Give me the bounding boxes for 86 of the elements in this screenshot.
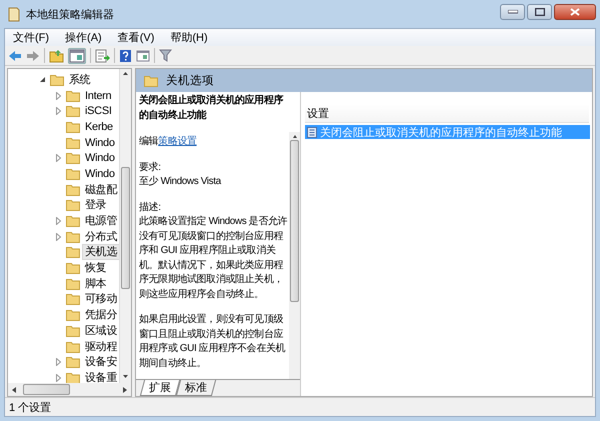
expand-arrow-icon[interactable] bbox=[54, 374, 62, 382]
folder-icon bbox=[66, 152, 80, 164]
folder-icon bbox=[66, 120, 80, 133]
tree-item[interactable]: Intern bbox=[83, 88, 114, 103]
tree-item[interactable]: Kerbe bbox=[83, 120, 115, 134]
close-button[interactable] bbox=[554, 4, 596, 20]
folder-icon bbox=[66, 230, 80, 243]
maximize-icon bbox=[534, 8, 544, 16]
folder-icon bbox=[66, 184, 80, 196]
expand-arrow-icon[interactable] bbox=[55, 154, 62, 162]
tree-item[interactable]: 登录 bbox=[83, 198, 108, 212]
folder-icon bbox=[66, 168, 80, 180]
minimize-button[interactable] bbox=[500, 4, 525, 20]
tree-item[interactable]: 系统 bbox=[67, 72, 92, 87]
folder-icon bbox=[66, 246, 80, 258]
tree-item[interactable]: iSCSI bbox=[83, 104, 114, 118]
export-list-icon[interactable] bbox=[95, 48, 110, 62]
folder-icon bbox=[66, 199, 80, 212]
minimize-icon bbox=[508, 10, 518, 14]
tree-item[interactable]: 电源管 bbox=[82, 214, 119, 228]
expand-arrow-icon[interactable] bbox=[55, 107, 62, 116]
view-tab[interactable]: 扩展 bbox=[140, 380, 180, 396]
tree-item[interactable]: 可移动 bbox=[82, 292, 119, 306]
filter-icon[interactable] bbox=[159, 49, 172, 62]
scrollbar-thumb[interactable] bbox=[23, 384, 70, 395]
app-icon bbox=[8, 6, 20, 22]
folder-icon bbox=[66, 309, 80, 322]
back-arrow-icon[interactable] bbox=[8, 50, 22, 62]
tree-item[interactable]: 区域设 bbox=[82, 324, 119, 338]
tree-item[interactable]: Windo bbox=[83, 151, 117, 166]
tree-item[interactable]: 设备重 bbox=[82, 370, 119, 383]
menu-item[interactable]: 查看(V) bbox=[110, 30, 162, 45]
setting-icon bbox=[307, 126, 317, 138]
scrollbar-thumb[interactable] bbox=[121, 167, 130, 289]
maximize-button[interactable] bbox=[527, 4, 552, 20]
requirements-label: 要求: bbox=[139, 160, 162, 174]
section-title: 关机选项 bbox=[166, 74, 214, 88]
folder-icon bbox=[66, 90, 80, 102]
tree-item[interactable]: 关机选 bbox=[82, 245, 119, 260]
folder-icon bbox=[66, 105, 80, 118]
menu-item[interactable]: 帮助(H) bbox=[162, 30, 216, 45]
close-icon bbox=[570, 8, 580, 16]
tree-item[interactable]: 凭据分 bbox=[82, 308, 119, 322]
expand-arrow-icon[interactable] bbox=[54, 217, 62, 226]
folder-icon bbox=[66, 278, 80, 290]
window-icon[interactable] bbox=[136, 50, 150, 62]
expand-arrow-icon[interactable] bbox=[55, 92, 62, 100]
scrollbar-thumb[interactable] bbox=[290, 140, 299, 302]
tree-item[interactable]: 设备安 bbox=[82, 355, 119, 370]
forward-arrow-icon[interactable] bbox=[26, 50, 40, 62]
tree-item[interactable]: 脚本 bbox=[83, 276, 108, 291]
tree-item[interactable]: Windo bbox=[83, 166, 117, 181]
folder-icon bbox=[50, 74, 64, 86]
collapse-arrow-icon[interactable] bbox=[39, 76, 46, 84]
folder-icon bbox=[66, 356, 80, 368]
policy-settings-link[interactable]: 策略设置 bbox=[158, 136, 197, 147]
edit-label: 编辑 bbox=[139, 136, 158, 147]
description-text: 此策略设置指定 Windows 是否允许没有可见顶级窗口的控制台应用程序和 GUI 应用程序阻止或取消关机。默认情况下，如果此类应用程序无限期地试图取消或阻止关机，则这些应用程序会自动终止。 bbox=[139, 215, 288, 302]
folder-up-icon[interactable] bbox=[49, 48, 64, 62]
console-tree-button[interactable] bbox=[68, 48, 86, 64]
requirements-text: 至少 Windows Vista bbox=[139, 175, 222, 189]
tree-item[interactable]: 驱动程 bbox=[82, 340, 119, 354]
menu-item[interactable]: 文件(F) bbox=[5, 30, 58, 45]
status-text: 1 个设置 bbox=[9, 400, 52, 414]
view-tab[interactable]: 标准 bbox=[176, 380, 216, 396]
expand-arrow-icon[interactable] bbox=[54, 232, 62, 241]
tree-item[interactable]: 分布式 bbox=[82, 230, 119, 244]
folder-icon bbox=[66, 340, 80, 353]
folder-icon bbox=[144, 74, 158, 86]
folder-icon bbox=[66, 262, 80, 274]
folder-icon bbox=[66, 293, 80, 306]
tree-item[interactable]: Windo bbox=[83, 136, 117, 150]
scroll-left-icon[interactable] bbox=[11, 386, 17, 394]
help-icon[interactable] bbox=[119, 48, 132, 62]
folder-icon bbox=[66, 136, 80, 149]
expand-arrow-icon[interactable] bbox=[54, 358, 62, 366]
scroll-right-icon[interactable] bbox=[122, 386, 128, 394]
folder-icon bbox=[66, 324, 80, 337]
description-label: 描述: bbox=[139, 200, 162, 214]
tree-item[interactable]: 磁盘配 bbox=[82, 182, 119, 197]
folder-icon bbox=[66, 215, 80, 228]
window-title: 本地组策略编辑器 bbox=[26, 8, 114, 22]
description-text: 如果启用此设置，则没有可见顶级窗口且阻止或取消关机的控制台应用程序或 GUI 应用程序不会在关机期间自动终止。 bbox=[139, 313, 286, 370]
tree-item[interactable]: 恢复 bbox=[83, 261, 108, 276]
menu-item[interactable]: 操作(A) bbox=[57, 30, 110, 45]
policy-title: 关闭会阻止或取消关机的应用程序的自动终止功能 bbox=[139, 94, 284, 122]
